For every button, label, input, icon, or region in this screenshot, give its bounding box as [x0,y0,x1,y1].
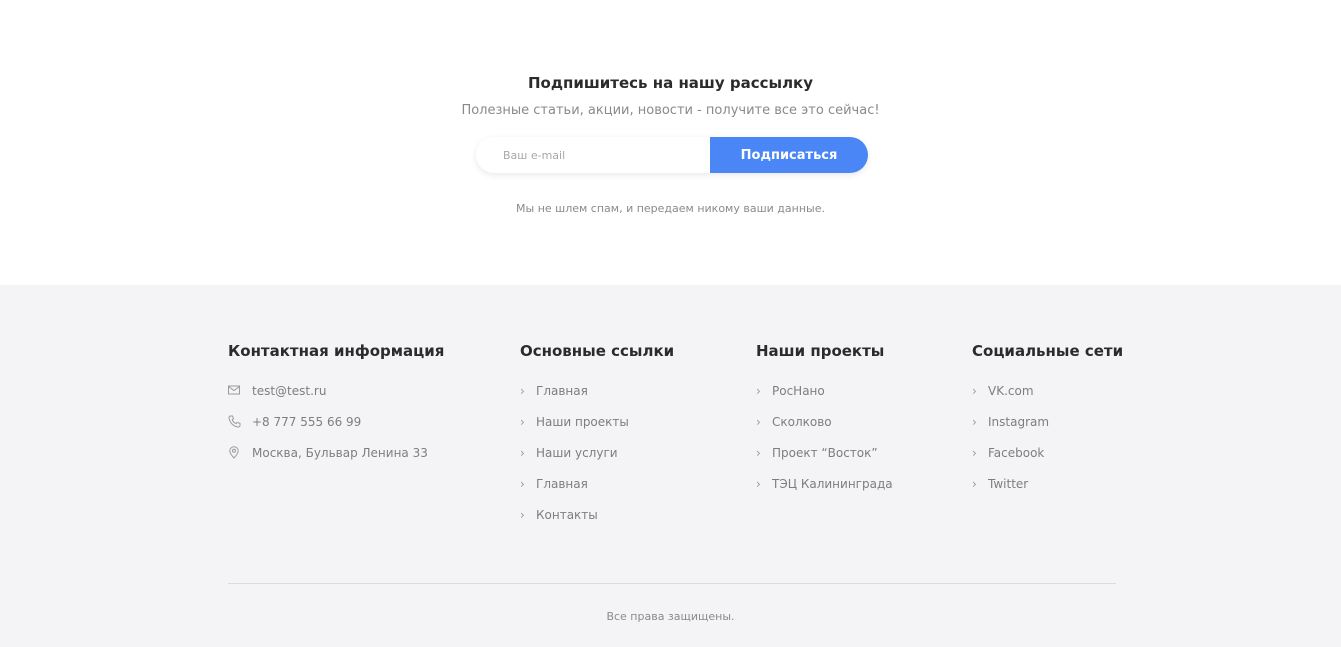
social-link-twitter[interactable]: Twitter [988,477,1028,491]
link-contacts[interactable]: Контакты [536,508,598,522]
envelope-icon [228,384,252,396]
list-item: › Проект “Восток” [756,446,893,477]
footer-social-column: Социальные сети › VK.com › Instagram › Face… [972,342,1123,508]
chevron-right-icon: › [756,477,761,491]
chevron-right-icon: › [756,446,761,460]
chevron-right-icon: › [520,508,525,522]
list-item: › Instagram [972,415,1123,446]
footer-projects-column: Наши проекты › РосНано › Сколково › Проект … [756,342,893,508]
map-pin-icon [228,446,252,459]
chevron-right-icon: › [972,415,977,429]
project-link-tec[interactable]: ТЭЦ Калининграда [772,477,893,491]
list-item: › VK.com [972,384,1123,415]
chevron-right-icon: › [972,446,977,460]
link-home[interactable]: Главная [536,384,588,398]
chevron-right-icon: › [520,415,525,429]
copyright: Все права защищены. [606,610,735,623]
project-link-skolkovo[interactable]: Сколково [772,415,832,429]
newsletter-subtitle: Полезные статьи, акции, новости - получи… [461,103,880,118]
links-title: Основные ссылки [520,342,675,360]
list-item: › РосНано [756,384,893,415]
list-item: › Наши услуги [520,446,674,477]
chevron-right-icon: › [520,384,525,398]
projects-title: Наши проекты [756,342,885,360]
contact-phone-link[interactable]: +8 777 555 66 99 [252,415,361,429]
footer: Контактная информация test@test.ru +8 77… [0,285,1341,647]
list-item: › Главная [520,477,674,508]
list-item: › Наши проекты [520,415,674,446]
newsletter-title: Подпишитесь на нашу рассылку [527,74,814,92]
footer-divider [228,583,1116,584]
project-link-vostok[interactable]: Проект “Восток” [772,446,878,460]
newsletter-form: Подписаться [476,137,868,173]
chevron-right-icon: › [972,384,977,398]
contact-email: test@test.ru [228,384,444,415]
list-item: › Twitter [972,477,1123,508]
link-our-services[interactable]: Наши услуги [536,446,618,460]
chevron-right-icon: › [972,477,977,491]
social-title: Социальные сети [972,342,1124,360]
contact-address: Москва, Бульвар Ленина 33 [228,446,444,477]
footer-links-column: Основные ссылки › Главная › Наши проекты ›… [520,342,674,539]
social-link-instagram[interactable]: Instagram [988,415,1049,429]
list-item: › Facebook [972,446,1123,477]
chevron-right-icon: › [520,477,525,491]
contact-address-text: Москва, Бульвар Ленина 33 [252,446,428,460]
list-item: › Сколково [756,415,893,446]
list-item: › Главная [520,384,674,415]
contact-email-link[interactable]: test@test.ru [252,384,326,398]
contacts-title: Контактная информация [228,342,445,360]
newsletter-note: Мы не шлем спам, и передаем никому ваши … [516,202,825,215]
contact-phone: +8 777 555 66 99 [228,415,444,446]
list-item: › Контакты [520,508,674,539]
project-link-rosnano[interactable]: РосНано [772,384,825,398]
link-home-2[interactable]: Главная [536,477,588,491]
footer-contacts-column: Контактная информация test@test.ru +8 77… [228,342,444,477]
phone-icon [228,415,252,428]
social-link-facebook[interactable]: Facebook [988,446,1044,460]
newsletter-section: Подпишитесь на нашу рассылку Полезные ст… [0,0,1341,285]
list-item: › ТЭЦ Калининграда [756,477,893,508]
chevron-right-icon: › [756,415,761,429]
social-link-vk[interactable]: VK.com [988,384,1034,398]
chevron-right-icon: › [756,384,761,398]
email-input[interactable] [476,137,710,173]
chevron-right-icon: › [520,446,525,460]
subscribe-button[interactable]: Подписаться [710,137,868,173]
link-our-projects[interactable]: Наши проекты [536,415,629,429]
